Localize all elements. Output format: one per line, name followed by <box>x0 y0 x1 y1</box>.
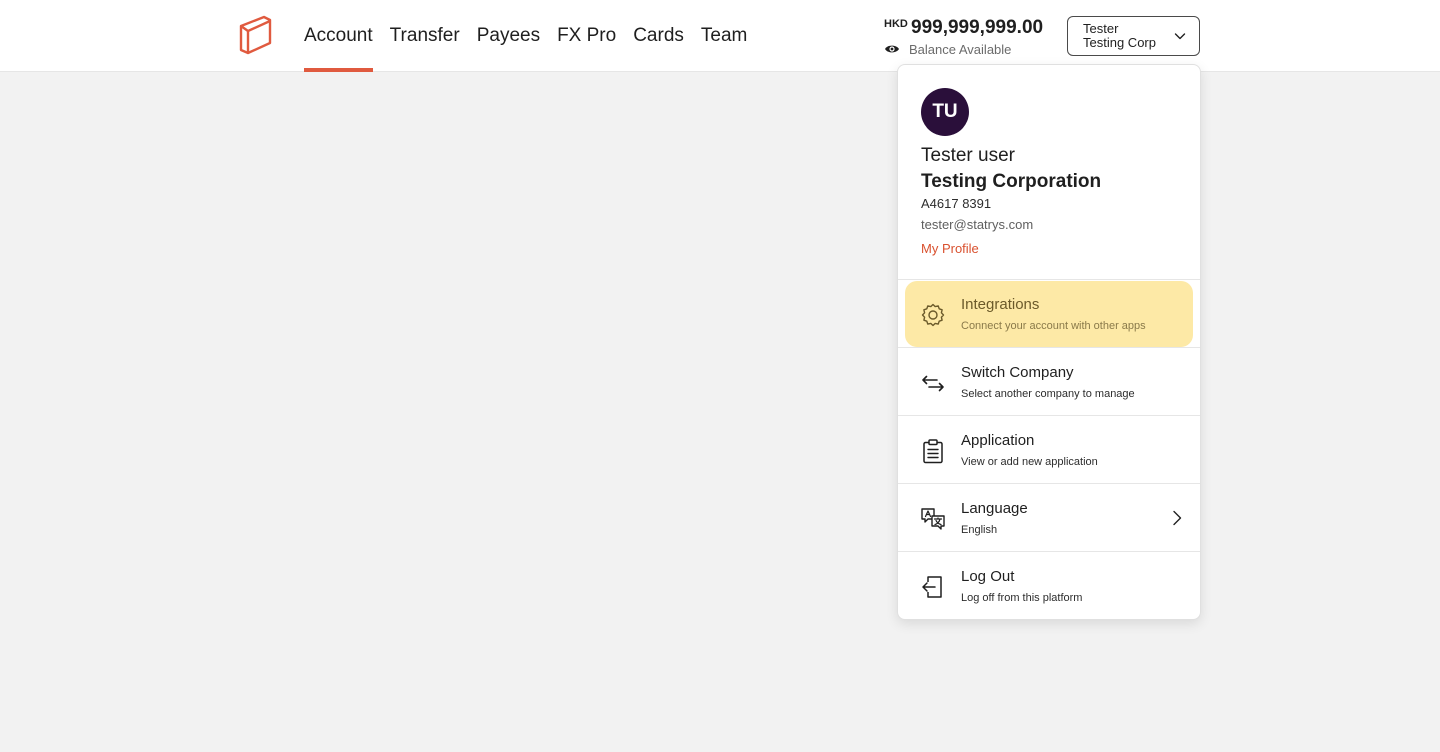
company-selector-user: Tester <box>1083 21 1119 36</box>
menu-item-integrations[interactable]: Integrations Connect your account with o… <box>898 280 1200 348</box>
profile-name: Tester user <box>921 145 1015 166</box>
company-selector-company: Testing Corp <box>1083 35 1156 50</box>
menu-item-language[interactable]: Language English <box>898 484 1200 552</box>
top-navigation-bar: Account Transfer Payees FX Pro Cards Tea… <box>0 0 1440 72</box>
menu-item-subtitle: Connect your account with other apps <box>961 320 1146 332</box>
eye-icon[interactable] <box>884 43 900 55</box>
nav-account[interactable]: Account <box>304 0 373 72</box>
balance-currency: HKD <box>884 18 908 30</box>
balance-widget: HKD 999,999,999.00 Balance Available <box>884 16 1054 60</box>
profile-company: Testing Corporation <box>921 171 1102 192</box>
logout-icon <box>922 576 942 598</box>
account-dropdown-menu: TU Tester user Testing Corporation A4617… <box>897 64 1201 620</box>
switch-arrows-icon <box>922 375 944 392</box>
nav-payees[interactable]: Payees <box>477 0 540 72</box>
menu-item-subtitle: English <box>961 524 998 536</box>
menu-item-title: Switch Company <box>961 364 1074 381</box>
menu-item-title: Language <box>961 500 1028 517</box>
menu-item-title: Integrations <box>961 296 1040 313</box>
menu-item-title: Application <box>961 432 1035 449</box>
menu-item-subtitle: Log off from this platform <box>961 592 1083 604</box>
my-profile-link[interactable]: My Profile <box>921 241 979 256</box>
menu-item-subtitle: Select another company to manage <box>961 388 1135 400</box>
nav-transfer[interactable]: Transfer <box>390 0 460 72</box>
highlight-background <box>905 281 1193 347</box>
nav-cards[interactable]: Cards <box>633 0 684 72</box>
menu-item-title: Log Out <box>961 568 1015 585</box>
chevron-right-icon <box>1173 510 1182 526</box>
nav-team[interactable]: Team <box>701 0 747 72</box>
balance-label: Balance Available <box>909 42 1012 57</box>
menu-item-subtitle: View or add new application <box>961 456 1098 468</box>
main-nav: Account Transfer Payees FX Pro Cards Tea… <box>304 0 764 72</box>
translate-icon <box>921 508 945 530</box>
nav-fx-pro[interactable]: FX Pro <box>557 0 616 72</box>
profile-section: TU Tester user Testing Corporation A4617… <box>898 65 1200 280</box>
avatar: TU <box>921 88 969 136</box>
menu-item-application[interactable]: Application View or add new application <box>898 416 1200 484</box>
gear-icon <box>921 303 945 327</box>
chevron-down-icon <box>1174 33 1186 40</box>
menu-item-switch-company[interactable]: Switch Company Select another company to… <box>898 348 1200 416</box>
profile-email: tester@statrys.com <box>921 217 1034 232</box>
profile-account-id: A4617 8391 <box>921 196 992 211</box>
company-selector-button[interactable]: Tester Testing Corp <box>1067 16 1200 56</box>
clipboard-icon <box>923 439 943 464</box>
balance-amount: 999,999,999.00 <box>911 17 1044 38</box>
menu-item-log-out[interactable]: Log Out Log off from this platform <box>898 552 1200 619</box>
logo-icon[interactable] <box>238 15 274 57</box>
